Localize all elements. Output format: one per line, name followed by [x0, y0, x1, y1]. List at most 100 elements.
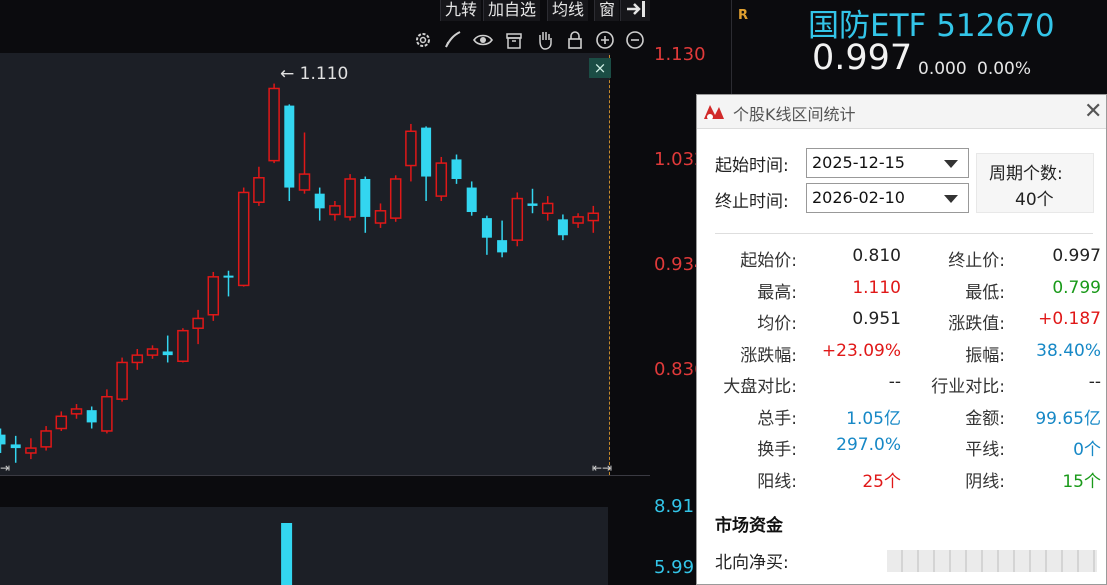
candle-body: [511, 197, 524, 241]
period-count-label: 周期个数:: [989, 164, 1063, 184]
window-button[interactable]: 窗: [594, 0, 620, 21]
divider: [715, 233, 1093, 234]
candle-body: [421, 127, 432, 177]
candle-body: [237, 191, 250, 287]
candle-body: [10, 444, 21, 449]
app-logo-icon: [702, 101, 726, 123]
candle-body: [587, 212, 600, 222]
stat-label: 总手:: [757, 408, 797, 429]
candle-body: [116, 361, 128, 400]
stat-value: +23.09%: [821, 340, 901, 361]
candle-body: [146, 348, 159, 356]
candle-body: [527, 203, 538, 206]
volume-bar: [281, 523, 293, 585]
candle-body: [223, 275, 234, 278]
candle-body: [466, 187, 477, 213]
stat-label: 振幅:: [965, 345, 1005, 366]
chevron-down-icon: [944, 195, 958, 203]
add-watchlist-button[interactable]: 加自选: [483, 0, 541, 21]
stat-value: 15个: [1062, 471, 1101, 492]
end-time-value: 2026-02-10: [812, 188, 905, 207]
candle-body: [0, 434, 6, 445]
hand-icon[interactable]: [534, 29, 556, 51]
candle-body: [268, 87, 280, 162]
stat-value: 1.110: [852, 277, 901, 298]
candle-body: [101, 395, 113, 432]
high-price-marker: ← 1.110: [280, 64, 349, 84]
stat-label: 最低:: [965, 282, 1005, 303]
stat-label: 阴线:: [965, 471, 1005, 492]
candle-body: [481, 218, 492, 238]
top-toolbar: 九转 加自选 均线 窗: [0, 0, 650, 22]
stat-label: 行业对比:: [931, 377, 1005, 397]
high-price-value: 1.110: [299, 64, 349, 84]
scroll-left-handle[interactable]: ⇥: [0, 461, 10, 475]
candle-body: [451, 159, 462, 179]
candle-svg: [0, 83, 600, 463]
candle-body: [177, 329, 189, 362]
candle-body: [541, 202, 554, 214]
pen-icon[interactable]: [442, 29, 464, 51]
eye-icon[interactable]: [472, 29, 494, 51]
candle-body: [131, 354, 144, 364]
stat-label: 均价:: [757, 314, 797, 334]
candle-body: [389, 178, 402, 219]
candle-body: [25, 447, 37, 454]
trash-icon[interactable]: [503, 29, 525, 51]
chart-divider: [0, 475, 650, 476]
stat-label: 涨跌幅:: [740, 345, 797, 366]
stat-label: 金额:: [965, 408, 1005, 429]
gear-icon[interactable]: [412, 29, 434, 51]
end-time-select[interactable]: 2026-02-10: [806, 183, 969, 213]
price-axis: 1.130 1.032 0.934 0.836: [612, 22, 706, 477]
dialog-title: 个股K线区间统计: [733, 105, 856, 124]
stat-value: +0.187: [1038, 309, 1101, 329]
candle-body: [40, 430, 52, 448]
candle-body: [435, 162, 448, 197]
scroll-right-handle[interactable]: ⇤⇥: [592, 461, 612, 475]
candle-body: [86, 410, 97, 423]
stat-label: 终止价:: [948, 251, 1005, 271]
moving-average-button[interactable]: 均线: [547, 0, 589, 21]
stat-value: 38.40%: [1036, 340, 1101, 361]
stat-value: 297.0%: [836, 435, 901, 455]
stat-value: 0.810: [852, 246, 901, 266]
candle-body: [314, 193, 325, 209]
stat-value: 1.05亿: [846, 408, 901, 429]
candle-body: [298, 173, 311, 191]
close-chart-overlay-button[interactable]: ×: [589, 58, 611, 78]
stat-label: 换手:: [757, 440, 797, 460]
period-count-box: 周期个数: 40个: [976, 153, 1094, 213]
stat-label: 起始价:: [740, 251, 797, 271]
close-icon[interactable]: ✕: [1084, 99, 1102, 124]
candle-body: [70, 408, 83, 415]
candle-body: [405, 130, 417, 167]
stat-label: 阳线:: [757, 471, 797, 492]
candle-body: [329, 205, 341, 216]
candle-body: [374, 210, 387, 224]
candle-body: [192, 317, 204, 329]
volume-panel: [0, 507, 608, 585]
northbound-label: 北向净买:: [715, 553, 789, 573]
volume-tick: 5.99: [654, 557, 695, 578]
stat-value: 0.951: [852, 309, 901, 329]
stat-value: 99.65亿: [1035, 408, 1101, 429]
jiuzhuan-button[interactable]: 九转: [440, 0, 482, 21]
stat-value: --: [888, 372, 901, 392]
stat-value: --: [1088, 372, 1101, 392]
crosshair-line: [609, 55, 610, 475]
r-badge: R: [738, 8, 749, 23]
candle-body: [497, 240, 508, 253]
kline-chart[interactable]: [0, 53, 610, 475]
volume-tick: 8.91: [654, 496, 695, 517]
candle-body: [207, 276, 220, 316]
candle-body: [360, 178, 371, 217]
start-time-select[interactable]: 2025-12-15: [806, 148, 969, 178]
price-change-pct: 0.00%: [977, 59, 1032, 79]
dialog-titlebar[interactable]: 个股K线区间统计 ✕: [697, 95, 1106, 129]
exit-icon[interactable]: [620, 0, 650, 21]
stat-value: 25个: [862, 471, 901, 492]
candle-body: [557, 219, 568, 236]
lock-icon[interactable]: [564, 29, 586, 51]
last-price: 0.997: [812, 38, 913, 78]
